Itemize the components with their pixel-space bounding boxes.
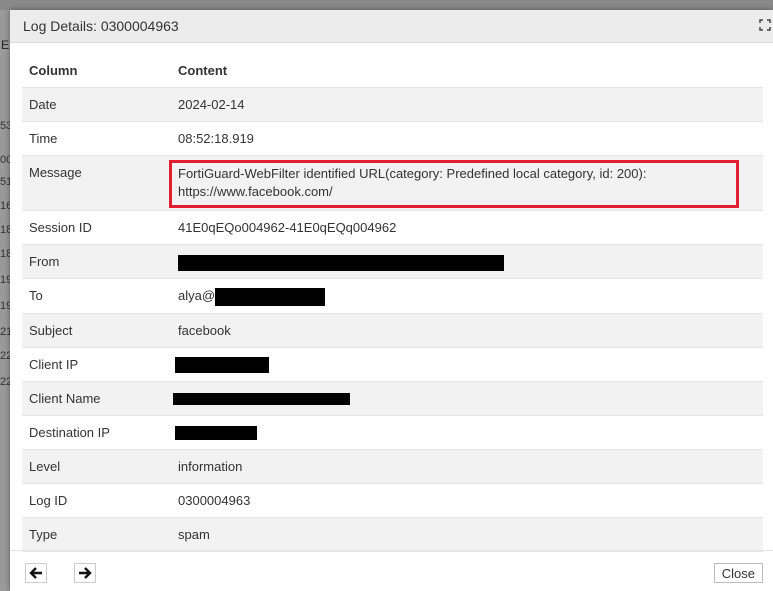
message-highlight-box: FortiGuard-WebFilter identified URL(cate…	[169, 160, 739, 208]
expand-icon[interactable]	[759, 19, 771, 31]
table-row: Type spam	[22, 517, 763, 552]
row-label: Level	[22, 449, 171, 484]
table-header-row: Column Content	[22, 53, 763, 88]
row-value: 08:52:18.919	[171, 121, 763, 156]
table-row: Date 2024-02-14	[22, 87, 763, 122]
table-row: To alya@	[22, 278, 763, 314]
table-row: Message FortiGuard-WebFilter identified …	[22, 155, 763, 211]
row-label: From	[22, 244, 171, 279]
redaction-bar	[175, 357, 269, 374]
table-row: Log ID 0300004963	[22, 483, 763, 518]
row-value: facebook	[171, 313, 763, 348]
row-value: 41E0qEQo004962-41E0qEQq004962	[171, 210, 763, 245]
to-address-text: alya@	[178, 288, 216, 303]
previous-log-button[interactable]	[25, 563, 47, 583]
table-row: Subject facebook	[22, 313, 763, 348]
row-value	[171, 347, 763, 382]
dialog-title: Log Details: 0300004963	[23, 18, 179, 34]
row-label: Client Name	[22, 381, 171, 416]
row-value	[171, 415, 763, 450]
close-button[interactable]: Close	[713, 563, 763, 583]
redaction-bar	[175, 426, 257, 441]
row-value	[171, 244, 763, 279]
background-strip: E 53 00 51 16 18 18 19 19 21 22 22	[0, 10, 12, 591]
table-row: From	[22, 244, 763, 279]
arrow-right-icon	[79, 567, 92, 579]
next-log-button[interactable]	[74, 563, 96, 583]
row-value: 0300004963	[171, 483, 763, 518]
row-label: Date	[22, 87, 171, 122]
row-label: Type	[22, 517, 171, 552]
row-value: FortiGuard-WebFilter identified URL(cate…	[169, 155, 763, 211]
table-row: Session ID 41E0qEQo004962-41E0qEQq004962	[22, 210, 763, 245]
row-value: spam	[171, 517, 763, 552]
dialog-header: Log Details: 0300004963	[10, 10, 773, 43]
table-row: Client IP	[22, 347, 763, 382]
dialog-footer: Close	[10, 550, 773, 591]
row-label: Client IP	[22, 347, 171, 382]
arrow-left-icon	[29, 567, 42, 579]
row-label: Destination IP	[22, 415, 171, 450]
redaction-bar	[215, 287, 326, 306]
row-label: Time	[22, 121, 171, 156]
row-value	[171, 381, 763, 416]
table-row: Time 08:52:18.919	[22, 121, 763, 156]
row-value: 2024-02-14	[171, 87, 763, 122]
redaction-bar	[178, 254, 504, 271]
table-row: Destination IP	[22, 415, 763, 450]
row-value: alya@	[171, 278, 763, 314]
row-label: Log ID	[22, 483, 171, 518]
log-details-table: Column Content Date 2024-02-14 Time 08:5…	[22, 53, 763, 552]
row-label: To	[22, 278, 171, 314]
row-value: information	[171, 449, 763, 484]
message-text: FortiGuard-WebFilter identified URL(cate…	[178, 166, 647, 199]
row-label: Message	[22, 155, 171, 211]
background-letter: E	[1, 38, 10, 52]
redaction-bar	[173, 393, 350, 406]
table-row: Client Name	[22, 381, 763, 416]
log-details-dialog: Log Details: 0300004963 Column Content D…	[10, 10, 773, 591]
row-label: Session ID	[22, 210, 171, 245]
content-header: Content	[171, 53, 763, 88]
column-header: Column	[22, 53, 171, 88]
table-row: Level information	[22, 449, 763, 484]
row-label: Subject	[22, 313, 171, 348]
